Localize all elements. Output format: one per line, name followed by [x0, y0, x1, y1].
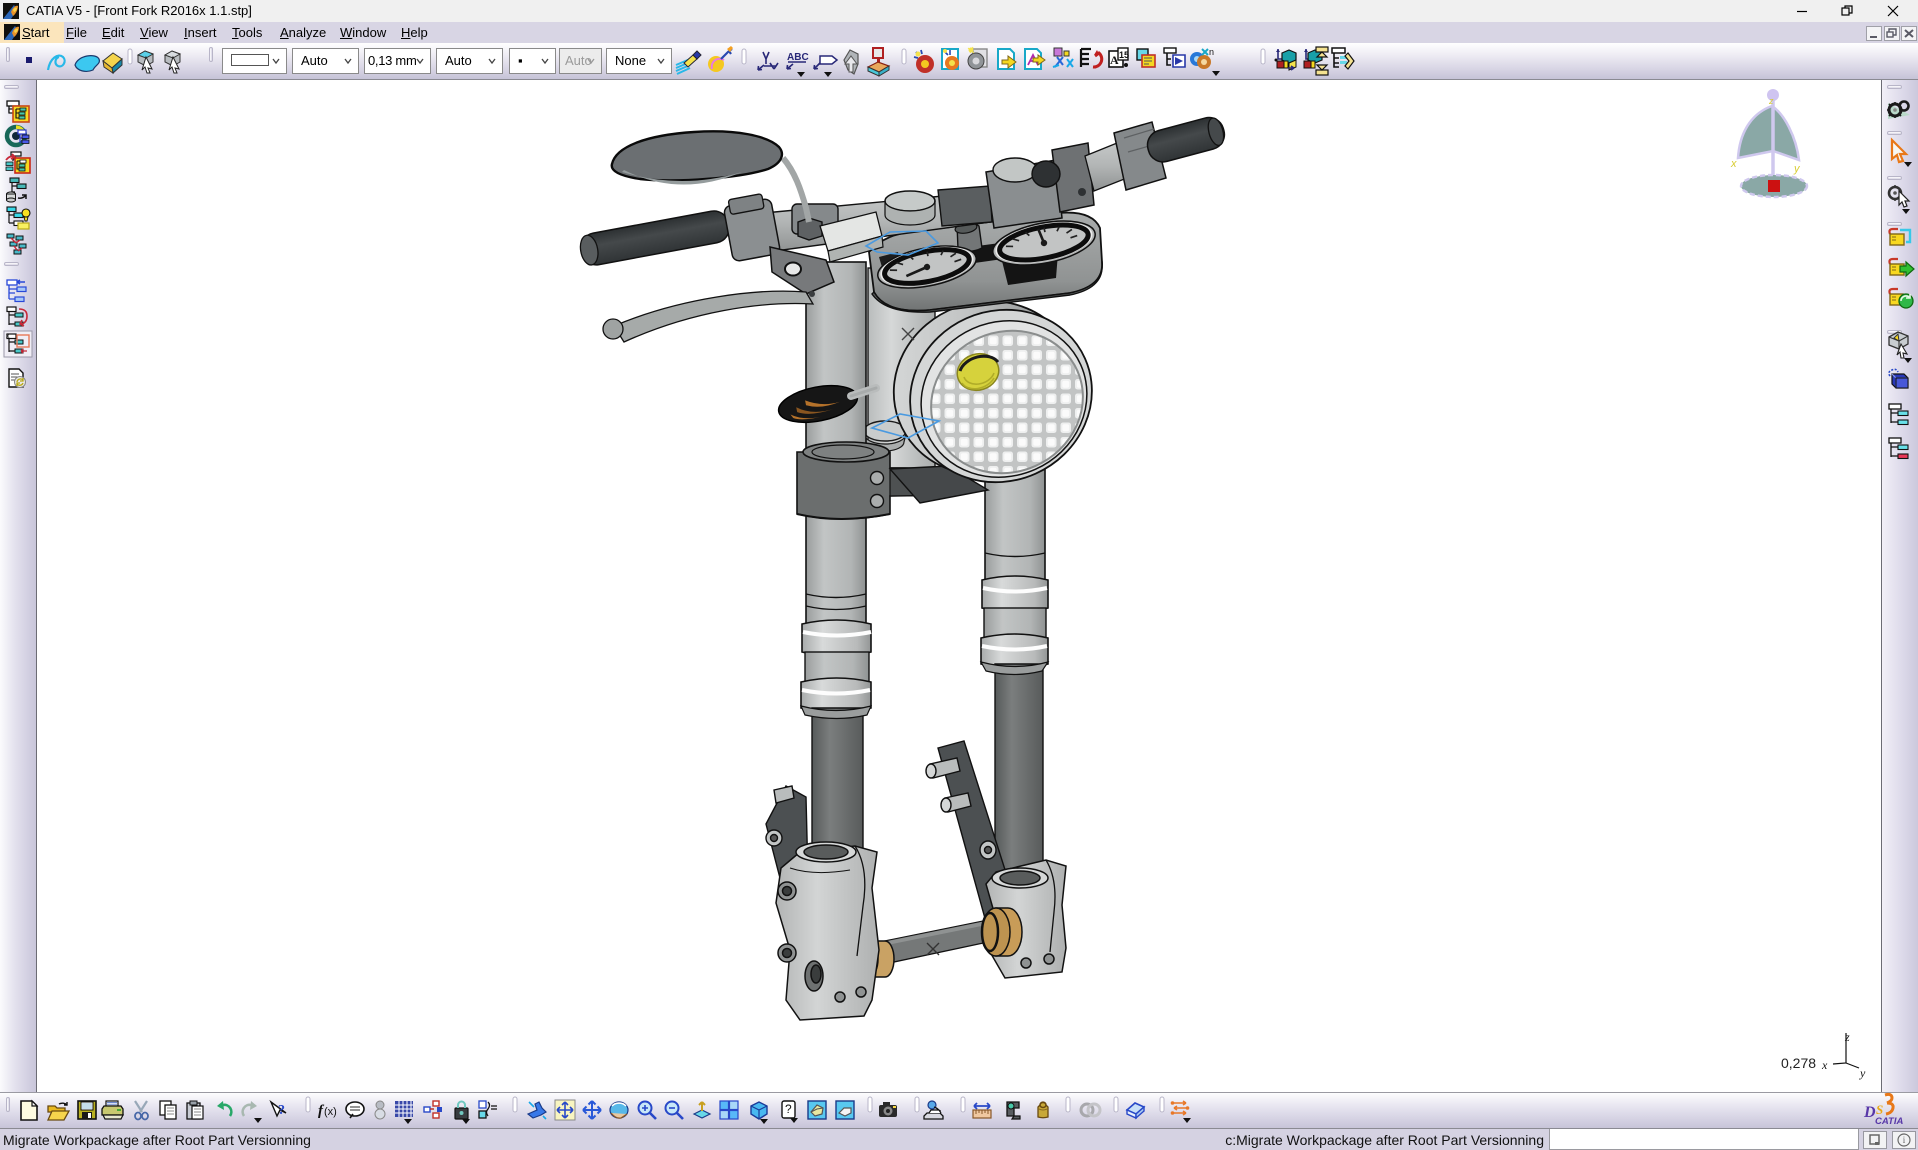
svg-text:z: z — [1844, 1030, 1850, 1044]
svg-text:0,278: 0,278 — [1781, 1055, 1816, 1071]
svg-text:y: y — [1793, 163, 1801, 175]
svg-text:(x): (x) — [324, 1106, 337, 1118]
svg-text:15: 15 — [1119, 50, 1129, 60]
svg-text:CATIA: CATIA — [1875, 1116, 1903, 1127]
svg-text:z: z — [1768, 96, 1774, 106]
svg-text:S: S — [1876, 1102, 1883, 1117]
svg-text:x: x — [1730, 158, 1737, 170]
svg-text:x: x — [1821, 1058, 1828, 1072]
svg-text:y: y — [1859, 1066, 1866, 1080]
svg-text:i: i — [1903, 1135, 1906, 1145]
svg-text:x: x — [6, 333, 10, 340]
svg-text:n: n — [1209, 47, 1214, 57]
svg-text:?: ? — [785, 1102, 792, 1116]
svg-text:?: ? — [278, 1103, 285, 1118]
